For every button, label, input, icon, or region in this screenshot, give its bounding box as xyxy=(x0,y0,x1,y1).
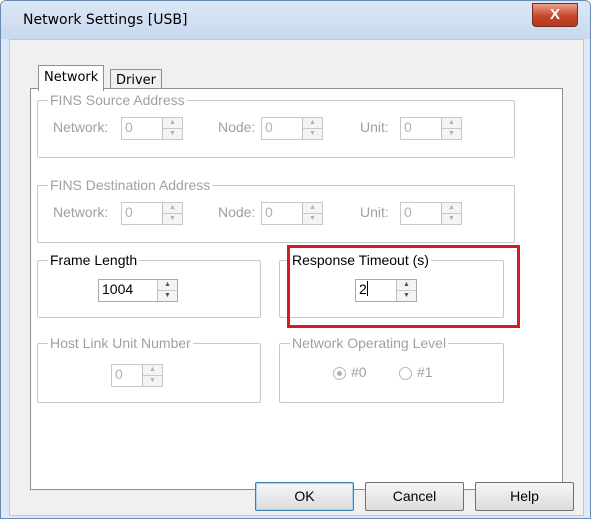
host-link-spinner: 0 ▲ ▼ xyxy=(111,364,163,387)
fins-destination-unit-label: Unit: xyxy=(360,204,389,220)
level-0-label: #0 xyxy=(351,364,367,380)
network-level-title: Network Operating Level xyxy=(290,335,449,351)
spin-down-icon: ▼ xyxy=(448,215,455,222)
spinner-arrows: ▲ ▼ xyxy=(441,118,461,139)
spinner-arrows[interactable]: ▲ ▼ xyxy=(157,280,177,301)
fins-source-title: FINS Source Address xyxy=(48,92,187,108)
fins-destination-node-label: Node: xyxy=(218,204,256,220)
spinner-arrows: ▲ ▼ xyxy=(302,118,322,139)
spin-down-icon: ▼ xyxy=(448,130,455,137)
spinner-arrows: ▲ ▼ xyxy=(302,203,322,224)
fins-source-unit-spinner: 0 ▲ ▼ xyxy=(400,117,462,140)
dialog-title: Network Settings [USB] xyxy=(23,12,188,28)
network-level-group: Network Operating Level #0 #1 xyxy=(279,335,504,403)
spin-up-icon[interactable]: ▲ xyxy=(158,280,177,291)
title-bar[interactable]: Network Settings [USB] X xyxy=(1,1,590,39)
spin-up-icon: ▲ xyxy=(303,118,322,129)
spinner-arrows: ▲ ▼ xyxy=(162,203,182,224)
spin-up-icon: ▲ xyxy=(163,203,182,214)
spin-down-icon: ▼ xyxy=(149,377,156,384)
spin-up-icon: ▲ xyxy=(163,118,182,129)
fins-source-node-label: Node: xyxy=(218,119,256,135)
spin-down-icon: ▼ xyxy=(169,130,176,137)
radio-selected-dot xyxy=(337,371,342,376)
ok-button[interactable]: OK xyxy=(255,482,354,511)
fins-destination-unit-value: 0 xyxy=(404,204,412,220)
fins-destination-unit-spinner: 0 ▲ ▼ xyxy=(400,202,462,225)
fins-source-network-label: Network: xyxy=(53,119,109,135)
help-button[interactable]: Help xyxy=(475,482,574,511)
fins-destination-node-spinner: 0 ▲ ▼ xyxy=(261,202,323,225)
fins-destination-node-value: 0 xyxy=(265,204,273,220)
spin-up-icon: ▲ xyxy=(303,203,322,214)
fins-destination-group: FINS Destination Address Network: 0 ▲ ▼ N… xyxy=(37,177,515,243)
spinner-arrows: ▲ ▼ xyxy=(441,203,461,224)
frame-length-spinner[interactable]: 1004 ▲ ▼ xyxy=(98,279,178,302)
spin-down-icon: ▼ xyxy=(169,215,176,222)
fins-source-network-value: 0 xyxy=(125,119,133,135)
close-icon: X xyxy=(549,6,560,23)
response-timeout-highlight xyxy=(287,245,520,328)
tab-network[interactable]: Network xyxy=(38,65,105,91)
spinner-arrows: ▲ ▼ xyxy=(162,118,182,139)
fins-source-network-spinner: 0 ▲ ▼ xyxy=(121,117,183,140)
frame-length-group: Frame Length 1004 ▲ ▼ xyxy=(37,252,261,318)
spin-down-icon[interactable]: ▼ xyxy=(158,291,177,301)
fins-destination-network-label: Network: xyxy=(53,204,109,220)
fins-source-node-value: 0 xyxy=(265,119,273,135)
fins-source-unit-value: 0 xyxy=(404,119,412,135)
frame-length-value[interactable]: 1004 xyxy=(102,281,133,297)
fins-destination-title: FINS Destination Address xyxy=(48,177,213,193)
spin-down-icon: ▼ xyxy=(309,130,316,137)
network-settings-dialog: Network Settings [USB] X Network Driver … xyxy=(0,0,591,519)
spin-up-icon: ▲ xyxy=(442,118,461,129)
frame-length-title: Frame Length xyxy=(48,252,140,268)
host-link-title: Host Link Unit Number xyxy=(48,335,193,351)
spinner-arrows: ▲ ▼ xyxy=(142,365,162,386)
host-link-group: Host Link Unit Number 0 ▲ ▼ xyxy=(37,335,261,403)
fins-destination-network-value: 0 xyxy=(125,204,133,220)
level-0-radio xyxy=(333,367,346,380)
fins-source-node-spinner: 0 ▲ ▼ xyxy=(261,117,323,140)
cancel-button[interactable]: Cancel xyxy=(365,482,464,511)
level-1-radio xyxy=(399,367,412,380)
fins-source-group: FINS Source Address Network: 0 ▲ ▼ Node: … xyxy=(37,92,515,158)
host-link-value: 0 xyxy=(115,366,123,382)
level-1-label: #1 xyxy=(417,364,433,380)
spin-down-icon: ▼ xyxy=(309,215,316,222)
spin-up-icon: ▲ xyxy=(143,365,162,376)
close-button[interactable]: X xyxy=(532,3,578,27)
fins-source-unit-label: Unit: xyxy=(360,119,389,135)
spin-up-icon: ▲ xyxy=(442,203,461,214)
fins-destination-network-spinner: 0 ▲ ▼ xyxy=(121,202,183,225)
